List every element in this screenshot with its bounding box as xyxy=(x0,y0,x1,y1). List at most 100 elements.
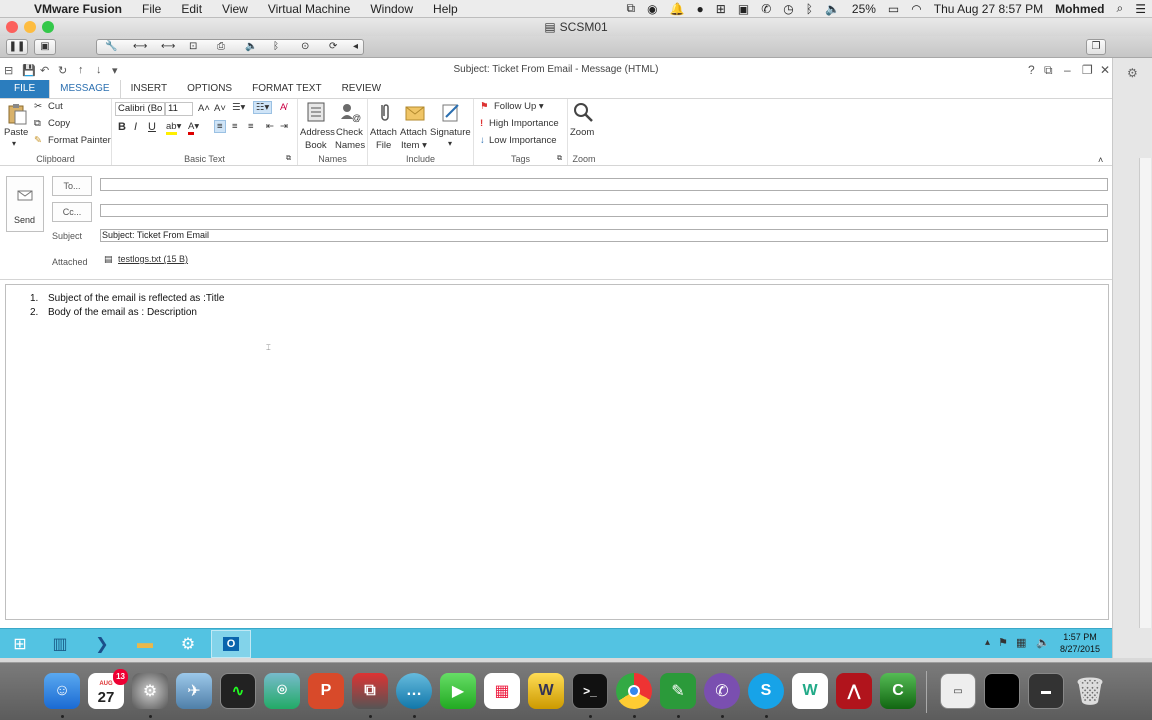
tray-volume-icon[interactable]: 🔈 xyxy=(1036,636,1050,649)
tags-launcher-icon[interactable]: ⧉ xyxy=(557,155,562,163)
ribbon-display-button[interactable]: ⧉ xyxy=(1044,63,1053,78)
network-icon[interactable]: ⟷ xyxy=(133,40,147,54)
vmware-status-icon[interactable]: ⧉ xyxy=(621,1,642,16)
zoom-button[interactable]: Zoom xyxy=(568,99,600,153)
tray-show-hidden-icon[interactable]: ▴ xyxy=(985,637,990,648)
font-color-icon[interactable]: A▾ xyxy=(188,121,199,135)
cc-button[interactable]: Cc... xyxy=(52,202,92,222)
dock-camtasia[interactable]: C xyxy=(880,673,916,709)
restore-button[interactable]: ❐ xyxy=(1082,63,1093,77)
align-right-icon[interactable]: ≡ xyxy=(248,121,254,132)
italic-button[interactable]: I xyxy=(134,121,137,133)
datetime[interactable]: Thu Aug 27 8:57 PM xyxy=(928,2,1049,16)
network2-icon[interactable]: ⟷ xyxy=(161,40,175,54)
start-button[interactable]: ⊞ xyxy=(0,630,40,658)
tab-message[interactable]: MESSAGE xyxy=(49,80,121,98)
cut-button[interactable]: ✂ Cut xyxy=(34,101,63,112)
bluetooth-device-icon[interactable]: ᛒ xyxy=(273,40,279,54)
basic-text-launcher-icon[interactable]: ⧉ xyxy=(286,155,291,163)
decrease-indent-icon[interactable]: ⇤ xyxy=(266,121,274,132)
droplet-icon[interactable]: ● xyxy=(691,2,710,16)
dock-trash[interactable]: 🗑 xyxy=(1072,673,1108,709)
cc-field[interactable] xyxy=(100,204,1108,217)
paste-button[interactable]: Paste ▾ xyxy=(4,103,30,153)
copy-button[interactable]: ⧉ Copy xyxy=(34,118,70,129)
dock-activity-monitor[interactable]: ∿ xyxy=(220,673,256,709)
collapse-ribbon-icon[interactable]: ˄ xyxy=(1098,155,1103,165)
align-center-icon[interactable]: ≡ xyxy=(232,121,238,132)
attachment-item[interactable]: ▤ testlogs.txt (15 B) xyxy=(104,254,188,265)
evernote-status-icon[interactable]: ◉ xyxy=(641,2,663,16)
underline-button[interactable]: U xyxy=(148,121,156,133)
dock-acrobat[interactable]: ⋀ xyxy=(836,673,872,709)
hdd-icon[interactable]: ⊡ xyxy=(189,40,197,54)
screen-share-icon[interactable]: ⊞ xyxy=(710,2,732,16)
dock-winrar[interactable]: W xyxy=(528,673,564,709)
menu-virtual-machine[interactable]: Virtual Machine xyxy=(258,2,361,16)
menu-edit[interactable]: Edit xyxy=(171,2,212,16)
to-field[interactable] xyxy=(100,178,1108,191)
signature-button[interactable]: Signature ▾ xyxy=(430,99,472,153)
app-status-icon[interactable]: ▣ xyxy=(732,2,755,16)
dock-finder[interactable]: ☺ xyxy=(44,673,80,709)
send-button[interactable]: Send xyxy=(6,176,44,232)
taskbar-clock[interactable]: 1:57 PM 8/27/2015 xyxy=(1050,631,1110,655)
signature-dropdown-icon[interactable]: ▾ xyxy=(448,139,452,148)
settings-wrench-icon[interactable]: 🔧 xyxy=(105,40,117,54)
bullets-icon[interactable]: ☰▾ xyxy=(232,102,245,113)
menu-window[interactable]: Window xyxy=(360,2,423,16)
font-size-box[interactable]: 11 xyxy=(165,102,193,116)
background-scrollbar[interactable] xyxy=(1139,158,1151,628)
dock-launchpad-grid[interactable]: ▦ xyxy=(484,673,520,709)
tab-options[interactable]: OPTIONS xyxy=(177,80,242,98)
notification-center-icon[interactable]: ☰ xyxy=(1129,2,1152,16)
battery-percent[interactable]: 25% xyxy=(846,2,882,16)
menu-help[interactable]: Help xyxy=(423,2,468,16)
battery-icon[interactable]: ▭ xyxy=(882,2,905,16)
taskbar-powershell[interactable]: ❯ xyxy=(82,630,122,658)
spotlight-search-icon[interactable]: ⌕ xyxy=(1111,1,1130,16)
dock-calendar[interactable]: AUG 27 13 xyxy=(88,669,128,709)
tab-file[interactable]: FILE xyxy=(0,80,50,98)
tab-review[interactable]: REVIEW xyxy=(332,80,391,98)
dock-messages[interactable]: … xyxy=(396,673,432,709)
minimize-button[interactable]: – xyxy=(1064,63,1071,77)
low-importance-button[interactable]: ↓ Low Importance xyxy=(480,135,557,146)
dock-chrome[interactable] xyxy=(616,673,652,709)
dock-image-capture[interactable]: ⌾ xyxy=(264,673,300,709)
dock-parallels[interactable]: ⧉ xyxy=(352,673,388,709)
sound-icon[interactable]: 🔈 xyxy=(245,40,257,54)
bluetooth-icon[interactable]: ᛒ xyxy=(800,2,819,16)
taskbar-explorer[interactable]: ▬ xyxy=(125,630,165,658)
zoom-window-icon[interactable] xyxy=(42,21,54,33)
dock-skype[interactable]: S xyxy=(748,673,784,709)
dock-system-preferences[interactable]: ⚙ xyxy=(132,673,168,709)
user-name[interactable]: Mohmed xyxy=(1049,2,1110,16)
dock-word-app[interactable]: W xyxy=(792,673,828,709)
dock-minimized-window-3[interactable]: ▬ xyxy=(1028,673,1064,709)
tray-action-center-icon[interactable]: ⚑ xyxy=(998,636,1008,649)
attach-item-button[interactable]: Attach Item ▾ xyxy=(400,99,430,153)
attach-file-button[interactable]: Attach File xyxy=(368,99,400,153)
subject-field[interactable]: Subject: Ticket From Email xyxy=(100,229,1108,242)
close-button[interactable]: ✕ xyxy=(1100,63,1110,77)
printer-icon[interactable]: ⎙ xyxy=(217,40,225,54)
menu-file[interactable]: File xyxy=(132,2,171,16)
tab-insert[interactable]: INSERT xyxy=(121,80,178,98)
taskbar-outlook[interactable]: O xyxy=(211,630,251,658)
bold-button[interactable]: B xyxy=(118,121,126,133)
suspend-vm-button[interactable]: ❚❚ xyxy=(6,39,28,55)
paste-dropdown-icon[interactable]: ▾ xyxy=(12,139,16,148)
taskbar-server-manager[interactable]: ▥ xyxy=(40,630,80,658)
dock-terminal[interactable]: >_ xyxy=(572,673,608,709)
dock-evernote[interactable]: ✎ xyxy=(660,673,696,709)
shrink-font-icon[interactable]: A˅ xyxy=(214,103,226,114)
format-painter-button[interactable]: ✎ Format Painter xyxy=(34,135,111,146)
minimize-window-icon[interactable] xyxy=(24,21,36,33)
follow-up-button[interactable]: ⚑ Follow Up ▾ xyxy=(480,101,544,112)
dock-facetime[interactable]: ▶ xyxy=(440,673,476,709)
usb-icon[interactable]: ⟳ xyxy=(329,40,337,54)
notification-bell-icon[interactable]: 🔔 xyxy=(664,2,691,16)
collapse-arrow-icon[interactable]: ◂ xyxy=(353,40,358,54)
unity-fullscreen-button[interactable]: ❐ xyxy=(1086,39,1106,55)
